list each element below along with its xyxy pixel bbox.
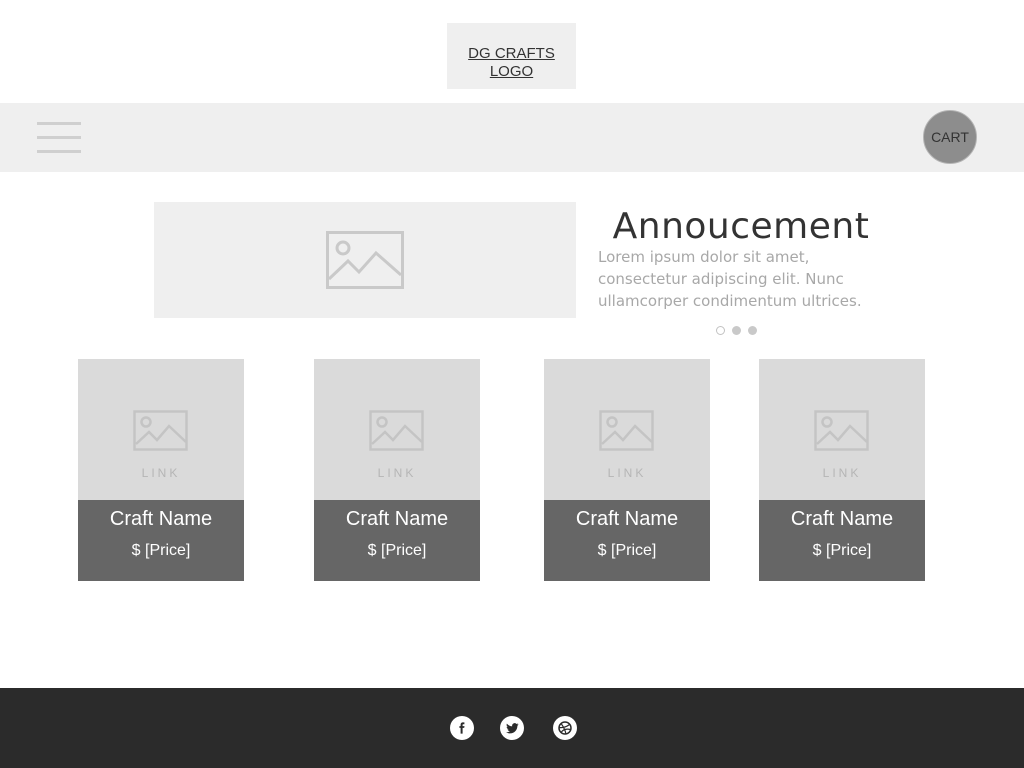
product-image[interactable]: LINK [759,359,925,500]
facebook-icon[interactable] [450,716,474,740]
product-image[interactable]: LINK [544,359,710,500]
twitter-glyph [505,722,519,733]
product-card[interactable]: LINK Craft Name $ [Price] [759,359,925,581]
product-price: $ [Price] [367,542,427,559]
product-card[interactable]: LINK Craft Name $ [Price] [78,359,244,581]
product-name: Craft Name [109,508,213,530]
carousel-dot-1[interactable] [716,326,725,335]
product-link[interactable]: LINK [78,466,244,480]
image-placeholder-icon [326,231,404,289]
product-image[interactable]: LINK [314,359,480,500]
carousel-dot-3[interactable] [748,326,757,335]
facebook-glyph [459,722,465,734]
carousel-dots [716,326,757,335]
image-placeholder-icon [369,410,424,451]
product-name: Craft Name [345,508,449,530]
product-image[interactable]: LINK [78,359,244,500]
nav-bar: CART [0,103,1024,172]
product-info: Craft Name $ [Price] [759,500,925,581]
product-name: Craft Name [790,508,894,530]
hamburger-menu-icon[interactable] [37,122,81,154]
product-link[interactable]: LINK [544,466,710,480]
announcement-title: Annoucement [612,206,870,247]
product-info: Craft Name $ [Price] [314,500,480,581]
logo-placeholder: DG CRAFTS LOGO [447,23,576,89]
product-name: Craft Name [575,508,679,530]
image-placeholder-icon [133,410,188,451]
product-price: $ [Price] [812,542,872,559]
announcement-body: Lorem ipsum dolor sit amet, consectetur … [598,248,862,310]
product-price: $ [Price] [131,542,191,559]
carousel-dot-2[interactable] [732,326,741,335]
image-placeholder-icon [814,410,869,451]
product-price: $ [Price] [597,542,657,559]
footer [0,688,1024,768]
twitter-icon[interactable] [500,716,524,740]
product-link[interactable]: LINK [759,466,925,480]
image-placeholder-icon [599,410,654,451]
dribbble-glyph [558,721,572,735]
product-link[interactable]: LINK [314,466,480,480]
announcement-image [154,202,576,318]
product-card[interactable]: LINK Craft Name $ [Price] [314,359,480,581]
dribbble-icon[interactable] [553,716,577,740]
product-card[interactable]: LINK Craft Name $ [Price] [544,359,710,581]
logo-link[interactable]: DG CRAFTS LOGO [462,31,562,81]
product-info: Craft Name $ [Price] [544,500,710,581]
cart-button[interactable]: CART [923,110,977,164]
product-info: Craft Name $ [Price] [78,500,244,581]
